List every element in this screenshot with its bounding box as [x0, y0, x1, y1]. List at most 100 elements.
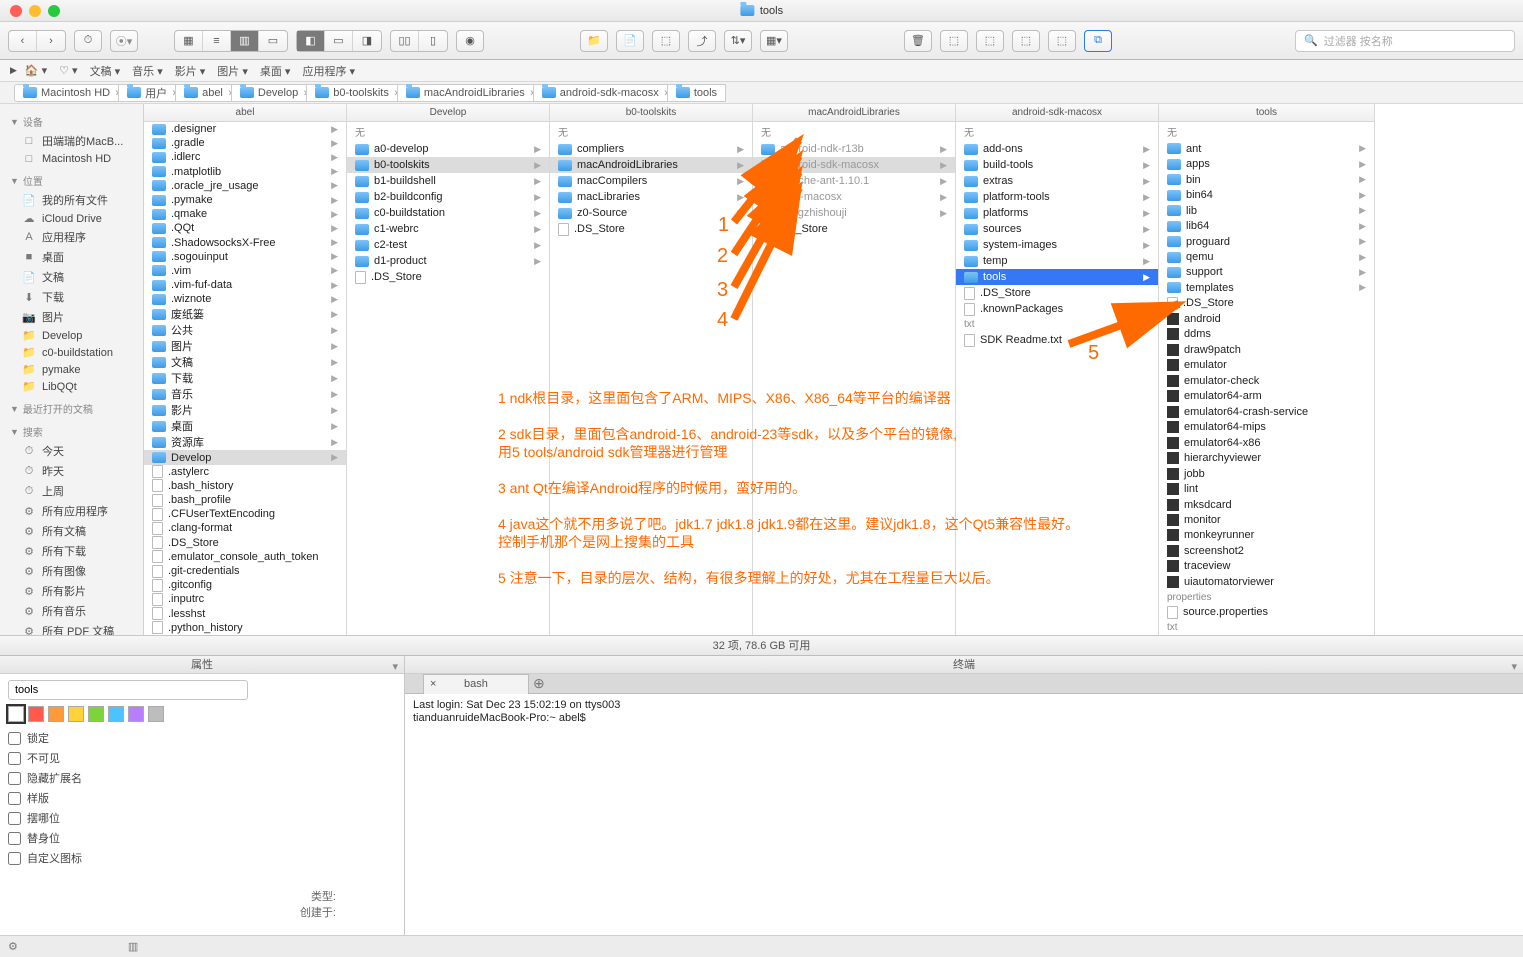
sidebar-item[interactable]: ■桌面	[0, 247, 143, 267]
file-row[interactable]: emulator64-mips	[1159, 419, 1374, 434]
file-row[interactable]: lint	[1159, 481, 1374, 496]
sidebar-item[interactable]: 📁c0-buildstation	[0, 344, 143, 361]
file-row[interactable]: uiautomatorviewer	[1159, 574, 1374, 589]
file-row[interactable]: templates▶	[1159, 280, 1374, 295]
file-row[interactable]: sources▶	[956, 221, 1158, 237]
sidebar-item[interactable]: 📁Develop	[0, 327, 143, 344]
grid-button[interactable]: ▦▾	[760, 30, 788, 52]
file-row[interactable]: a0-develop▶	[347, 141, 549, 157]
file-row[interactable]: .DS_Store	[144, 536, 346, 550]
breadcrumb[interactable]: 用户	[118, 84, 176, 102]
file-row[interactable]: .sogouinput▶	[144, 250, 346, 264]
sidebar-item[interactable]: ⏱今天	[0, 441, 143, 461]
titlebar[interactable]: tools	[0, 0, 1523, 22]
sidebar-item[interactable]: 📁LibQQt	[0, 378, 143, 395]
zoom-button[interactable]	[48, 5, 60, 17]
file-row[interactable]: 下载▶	[144, 370, 346, 386]
sidebar-item[interactable]: ⚙所有 PDF 文稿	[0, 621, 143, 635]
file-row[interactable]: .pymake▶	[144, 193, 346, 207]
prop-checkbox[interactable]: 锁定	[8, 728, 396, 748]
dup-button[interactable]: ⬚	[1048, 30, 1076, 52]
trash-button[interactable]: 🗑	[904, 30, 932, 52]
breadcrumb[interactable]: b0-toolskits	[306, 84, 398, 102]
file-row[interactable]: macCompilers▶	[550, 173, 752, 189]
file-row[interactable]: .git-credentials	[144, 564, 346, 578]
sidebar-item[interactable]: ☁iCloud Drive	[0, 210, 143, 227]
term-menu[interactable]: ▾	[1511, 658, 1517, 676]
tag-swatch[interactable]	[48, 706, 64, 722]
column[interactable]: tools无ant▶apps▶bin▶bin64▶lib▶lib64▶progu…	[1159, 104, 1375, 635]
file-row[interactable]: c2-test▶	[347, 237, 549, 253]
repo-button[interactable]: ⦿▾	[110, 30, 138, 52]
file-row[interactable]: .DS_Store	[956, 285, 1158, 301]
sort-button[interactable]: ⇅▾	[724, 30, 752, 52]
file-row[interactable]: c1-webrc▶	[347, 221, 549, 237]
new-folder[interactable]: 📁	[580, 30, 608, 52]
file-row[interactable]: emulator	[1159, 358, 1374, 373]
file-row[interactable]: 公共▶	[144, 322, 346, 338]
file-row[interactable]: apps▶	[1159, 156, 1374, 171]
column[interactable]: Develop无a0-develop▶b0-toolskits▶b1-build…	[347, 104, 550, 635]
file-row[interactable]: .emulator_console_auth_token	[144, 550, 346, 564]
tag-swatch[interactable]	[128, 706, 144, 722]
sidebar-item[interactable]: ⚙所有应用程序	[0, 501, 143, 521]
file-row[interactable]: .CFUserTextEncoding	[144, 507, 346, 521]
column[interactable]: b0-toolskits无compliers▶macAndroidLibrari…	[550, 104, 753, 635]
file-row[interactable]: .inputrc	[144, 592, 346, 606]
breadcrumb[interactable]: Develop	[231, 84, 307, 102]
favorite-item[interactable]: 🏠▾	[19, 63, 53, 79]
sidebar-item[interactable]: ⚙所有图像	[0, 561, 143, 581]
file-row[interactable]: hierarchyviewer	[1159, 450, 1374, 465]
file-row[interactable]: 图片▶	[144, 338, 346, 354]
prop-checkbox[interactable]: 摆哪位	[8, 808, 396, 828]
tag-swatch[interactable]	[28, 706, 44, 722]
file-row[interactable]: system-images▶	[956, 237, 1158, 253]
file-row[interactable]: .idlerc▶	[144, 150, 346, 164]
file-row[interactable]: platforms▶	[956, 205, 1158, 221]
breadcrumb[interactable]: Macintosh HD	[14, 84, 119, 102]
file-row[interactable]: add-ons▶	[956, 141, 1158, 157]
file-row[interactable]: .QQt▶	[144, 221, 346, 235]
file-row[interactable]: .DS_Store	[1159, 296, 1374, 311]
sidebar-item[interactable]: ⚙所有音乐	[0, 601, 143, 621]
sidebar-item[interactable]: 📄文稿	[0, 267, 143, 287]
sidebar-item[interactable]: 📷图片	[0, 307, 143, 327]
file-row[interactable]: d1-product▶	[347, 253, 549, 269]
file-row[interactable]: screenshot2	[1159, 543, 1374, 558]
favorite-item[interactable]: 图片 ▾	[211, 63, 254, 79]
p1c[interactable]: ◨	[353, 31, 381, 51]
new-file[interactable]: 📄	[616, 30, 644, 52]
file-row[interactable]: b1-buildshell▶	[347, 173, 549, 189]
sidebar-item[interactable]: □Macintosh HD	[0, 151, 143, 167]
gear-icon[interactable]: ⚙	[8, 940, 18, 953]
prop-checkbox[interactable]: 样版	[8, 788, 396, 808]
extract-button[interactable]: ⬚	[1012, 30, 1040, 52]
open-button[interactable]: ⬚	[652, 30, 680, 52]
p1a[interactable]: ◧	[297, 31, 325, 51]
tag-swatch[interactable]	[68, 706, 84, 722]
file-row[interactable]: monkeyrunner	[1159, 528, 1374, 543]
fav-back[interactable]: ▶	[10, 65, 17, 76]
file-row[interactable]: apache-ant-1.10.1▶	[753, 173, 955, 189]
file-row[interactable]: java-macosx▶	[753, 189, 955, 205]
column[interactable]: abel.designer▶.gradle▶.idlerc▶.matplotli…	[144, 104, 347, 635]
divider-icon[interactable]: ▥	[128, 940, 138, 953]
file-row[interactable]: b0-toolskits▶	[347, 157, 549, 173]
favorite-item[interactable]: ♡▾	[53, 63, 83, 79]
prop-checkbox[interactable]: 自定义图标	[8, 848, 396, 868]
sidebar-item[interactable]: ⬇下载	[0, 287, 143, 307]
sidebar-group-header[interactable]: ▼位置	[0, 167, 143, 190]
sidebar-item[interactable]: A应用程序	[0, 227, 143, 247]
p1b[interactable]: ▭	[325, 31, 353, 51]
tag-swatch[interactable]	[108, 706, 124, 722]
sidebar-item[interactable]: □田端瑞的MacB...	[0, 131, 143, 151]
favorite-item[interactable]: 影片 ▾	[169, 63, 212, 79]
file-row[interactable]: .ShadowsocksX-Free▶	[144, 236, 346, 250]
file-row[interactable]: android-ndk-r13b▶	[753, 141, 955, 157]
file-row[interactable]: 资源库▶	[144, 434, 346, 450]
sidebar-item[interactable]: ⚙所有文稿	[0, 521, 143, 541]
file-row[interactable]: platform-tools▶	[956, 189, 1158, 205]
file-row[interactable]: mksdcard	[1159, 497, 1374, 512]
file-row[interactable]: draw9patch	[1159, 342, 1374, 357]
breadcrumb[interactable]: tools	[667, 84, 726, 102]
